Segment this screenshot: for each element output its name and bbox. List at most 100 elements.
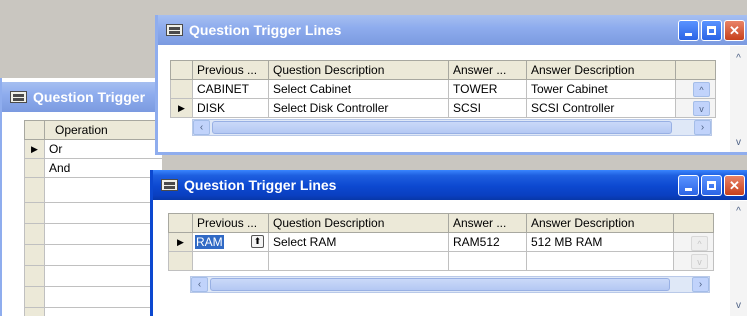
close-button[interactable]: ✕ — [724, 174, 745, 196]
minimize-button[interactable] — [678, 19, 699, 41]
grid-scroll-down-button[interactable]: v — [691, 254, 708, 269]
scroll-down-button[interactable]: v — [730, 134, 747, 151]
row-selector — [24, 307, 45, 316]
chevron-down-icon: v — [699, 103, 704, 114]
row-selector — [24, 177, 45, 203]
table-row[interactable] — [168, 251, 714, 271]
window-icon — [10, 91, 27, 103]
scroll-up-button[interactable]: ^ — [730, 203, 747, 220]
question-description-cell[interactable] — [268, 251, 449, 271]
close-button[interactable]: ✕ — [724, 19, 745, 41]
column-header-question-description[interactable]: Question Description — [268, 60, 449, 80]
scroll-thumb[interactable] — [212, 121, 672, 134]
grid-horizontal-scrollbar[interactable]: ‹ › — [192, 119, 712, 136]
previous-cell[interactable]: CABINET — [192, 79, 269, 99]
question-description-cell[interactable]: Select RAM — [268, 232, 449, 252]
column-header-question-description[interactable]: Question Description — [268, 213, 449, 233]
table-row[interactable]: ▶ Or — [24, 139, 162, 159]
grid-scroll-up-button[interactable]: ^ — [691, 236, 708, 251]
window-title: Question Trigger — [33, 89, 146, 105]
table-row[interactable]: And — [24, 158, 162, 178]
grid-scroll-up-button[interactable]: ^ — [693, 82, 710, 97]
operation-cell[interactable]: Or — [44, 139, 162, 159]
row-pointer-icon: ▶ — [24, 139, 45, 159]
window-2-titlebar[interactable]: Question Trigger Lines ✕ — [153, 170, 747, 200]
table-row[interactable] — [24, 286, 162, 308]
table-row[interactable]: ▶ RAM ⬆ Select RAM RAM512 512 MB RAM — [168, 232, 714, 252]
window-title: Question Trigger Lines — [184, 177, 337, 193]
answer-description-cell[interactable]: 512 MB RAM — [526, 232, 674, 252]
column-header-previous[interactable]: Previous ... — [192, 60, 269, 80]
window-1-vertical-scrollbar[interactable]: ^ v — [730, 46, 747, 152]
trigger-lines-grid-2: Previous ... Question Description Answer… — [168, 213, 714, 271]
column-header-answer[interactable]: Answer ... — [448, 60, 527, 80]
previous-cell[interactable]: DISK — [192, 98, 269, 118]
column-header-operation[interactable]: Operation — [44, 120, 162, 140]
answer-description-cell[interactable] — [526, 251, 674, 271]
grid-horizontal-scrollbar[interactable]: ‹ › — [190, 276, 710, 293]
question-trigger-lines-window-2: Question Trigger Lines ✕ Previous ... Qu… — [150, 170, 747, 316]
maximize-button[interactable] — [701, 19, 722, 41]
table-row[interactable] — [24, 223, 162, 245]
table-row[interactable] — [24, 202, 162, 224]
table-row[interactable] — [24, 307, 162, 316]
lookup-arrow-icon[interactable]: ⬆ — [251, 235, 264, 248]
row-selector — [168, 251, 193, 271]
chevron-up-icon: ^ — [699, 84, 704, 95]
column-header-previous[interactable]: Previous ... — [192, 213, 269, 233]
question-trigger-window: Question Trigger Operation ▶ Or And — [0, 78, 162, 316]
scroll-right-button[interactable]: › — [694, 120, 711, 135]
row-selector-header — [168, 213, 193, 233]
scroll-right-button[interactable]: › — [692, 277, 709, 292]
scroll-left-button[interactable]: ‹ — [191, 277, 208, 292]
scroll-up-button[interactable]: ^ — [730, 50, 747, 67]
question-description-cell[interactable]: Select Disk Controller — [268, 98, 449, 118]
grid-scroll-down-button[interactable]: v — [693, 101, 710, 116]
table-row[interactable] — [24, 265, 162, 287]
operation-cell[interactable] — [44, 265, 162, 287]
window-2-vertical-scrollbar[interactable]: ^ v — [730, 201, 747, 316]
operation-cell[interactable] — [44, 307, 162, 316]
table-row[interactable]: ▶ DISK Select Disk Controller SCSI SCSI … — [170, 98, 716, 118]
column-header-answer-description[interactable]: Answer Description — [526, 213, 674, 233]
table-row[interactable] — [24, 177, 162, 203]
column-header-answer[interactable]: Answer ... — [448, 213, 527, 233]
row-selector — [24, 158, 45, 178]
chevron-down-icon: v — [736, 300, 741, 311]
row-pointer-icon: ▶ — [168, 232, 193, 252]
chevron-down-icon: v — [697, 256, 702, 267]
previous-cell[interactable] — [192, 251, 269, 271]
selected-text[interactable]: RAM — [195, 235, 224, 249]
operation-cell[interactable] — [44, 286, 162, 308]
answer-cell[interactable]: TOWER — [448, 79, 527, 99]
question-trigger-titlebar[interactable]: Question Trigger — [2, 82, 162, 112]
chevron-up-icon: ^ — [736, 53, 741, 64]
operation-cell[interactable] — [44, 244, 162, 266]
table-row[interactable] — [24, 244, 162, 266]
operation-cell[interactable]: And — [44, 158, 162, 178]
scroll-thumb[interactable] — [210, 278, 670, 291]
maximize-button[interactable] — [701, 174, 722, 196]
answer-cell[interactable]: RAM512 — [448, 232, 527, 252]
chevron-left-icon: ‹ — [197, 279, 202, 290]
minimize-button[interactable] — [678, 174, 699, 196]
operation-cell[interactable] — [44, 223, 162, 245]
answer-description-cell[interactable]: SCSI Controller — [526, 98, 676, 118]
answer-cell[interactable] — [448, 251, 527, 271]
header-filler — [675, 60, 716, 80]
row-selector — [24, 202, 45, 224]
answer-cell[interactable]: SCSI — [448, 98, 527, 118]
operation-cell[interactable] — [44, 202, 162, 224]
window-1-titlebar[interactable]: Question Trigger Lines ✕ — [158, 15, 747, 45]
row-selector — [24, 223, 45, 245]
scroll-left-button[interactable]: ‹ — [193, 120, 210, 135]
operation-cell[interactable] — [44, 177, 162, 203]
previous-cell-editing[interactable]: RAM ⬆ — [192, 232, 269, 252]
answer-description-cell[interactable]: Tower Cabinet — [526, 79, 676, 99]
table-row[interactable]: CABINET Select Cabinet TOWER Tower Cabin… — [170, 79, 716, 99]
chevron-up-icon: ^ — [697, 238, 702, 249]
chevron-right-icon: › — [698, 279, 703, 290]
scroll-down-button[interactable]: v — [730, 297, 747, 314]
question-description-cell[interactable]: Select Cabinet — [268, 79, 449, 99]
column-header-answer-description[interactable]: Answer Description — [526, 60, 676, 80]
